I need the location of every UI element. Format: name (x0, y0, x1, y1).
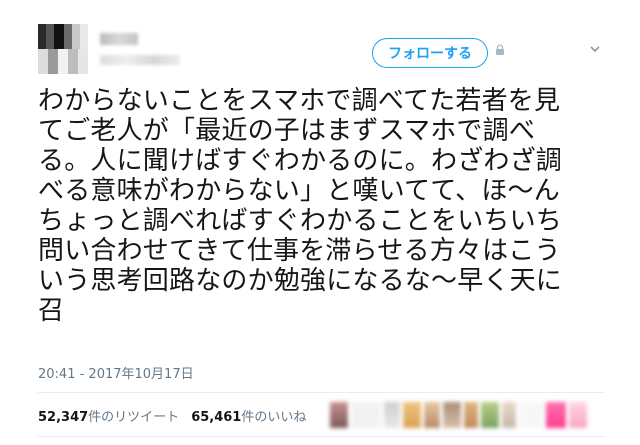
user-handle (100, 55, 180, 65)
liker-avatar[interactable] (519, 402, 543, 428)
divider (38, 392, 604, 393)
chevron-down-icon[interactable] (588, 42, 602, 56)
likes-label: 件のいいね (241, 410, 307, 425)
likers-avatars (330, 402, 610, 428)
liker-avatar[interactable] (464, 402, 478, 428)
display-name[interactable] (100, 33, 138, 45)
liker-avatar[interactable] (384, 402, 400, 428)
liker-avatar[interactable] (403, 402, 421, 428)
tweet-stats: 52,347件のリツイート 65,461件のいいね (38, 406, 306, 425)
retweets-label: 件のリツイート (88, 410, 180, 425)
tweet-text: わからないことをスマホで調べてた若者を見 てご老人が「最近の子はまずスマホで調べ… (38, 86, 563, 326)
liker-avatar[interactable] (502, 402, 516, 428)
liker-avatar[interactable] (546, 402, 566, 428)
lock-icon (494, 44, 506, 56)
tweet-timestamp[interactable]: 20:41 - 2017年10月17日 (38, 363, 194, 382)
liker-avatar[interactable] (481, 402, 499, 428)
liker-avatar[interactable] (351, 402, 381, 428)
retweets-stat[interactable]: 52,347件のリツイート (38, 406, 179, 425)
likes-stat[interactable]: 65,461件のいいね (191, 406, 306, 425)
avatar[interactable] (38, 24, 88, 74)
liker-avatar[interactable] (424, 402, 440, 428)
divider (38, 436, 604, 437)
retweets-count: 52,347 (38, 410, 89, 425)
liker-avatar[interactable] (569, 402, 587, 428)
liker-avatar[interactable] (443, 402, 461, 428)
liker-avatar[interactable] (330, 402, 348, 428)
follow-button[interactable]: フォローする (372, 38, 488, 68)
likes-count: 65,461 (191, 410, 242, 425)
